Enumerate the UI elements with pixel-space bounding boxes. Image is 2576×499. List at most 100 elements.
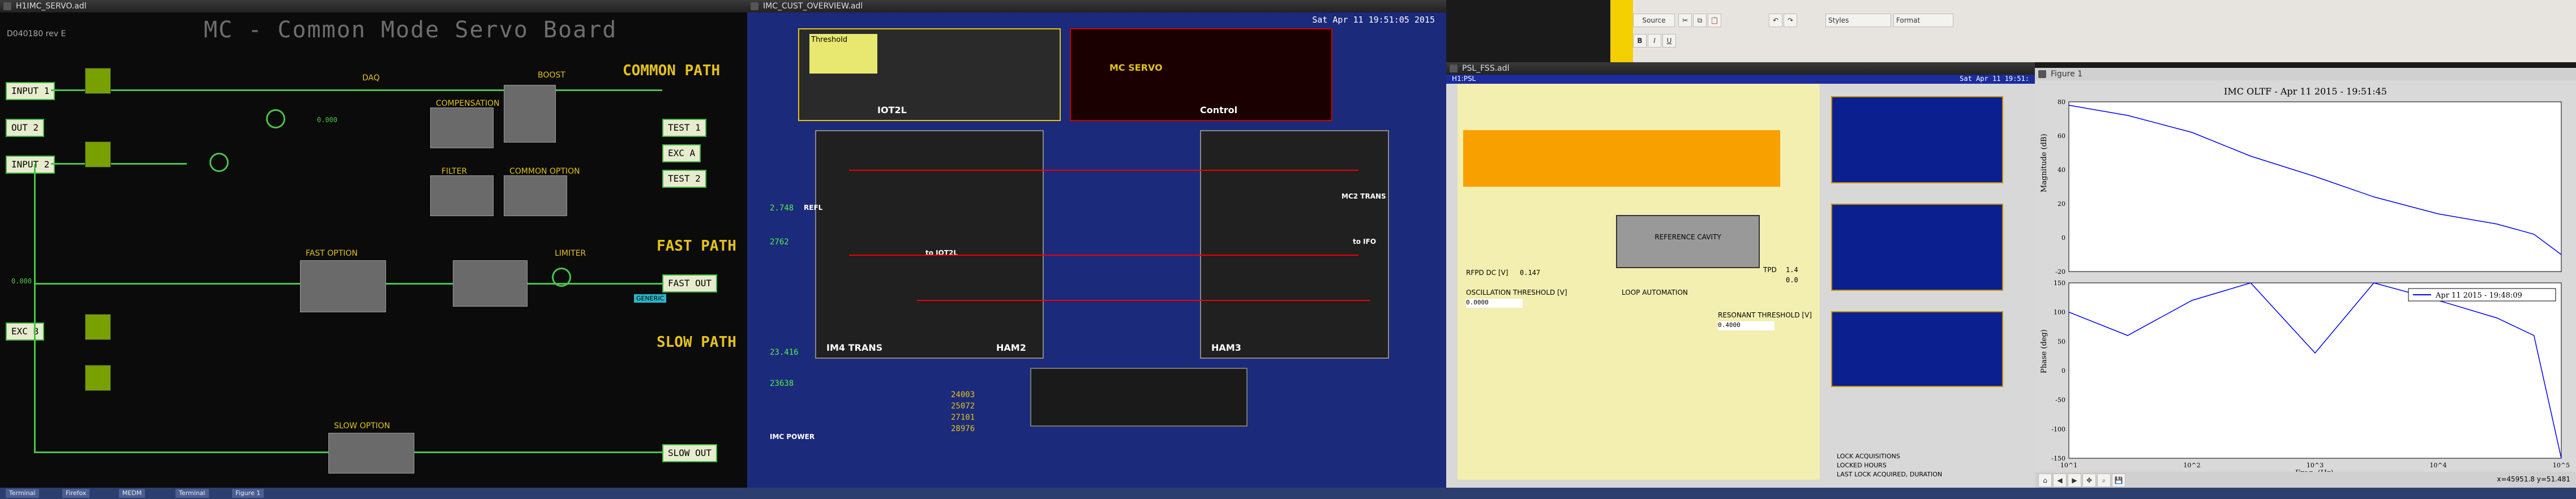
ytick-label-1-2: -50 <box>2055 397 2065 404</box>
pan-icon[interactable]: ✥ <box>2082 474 2096 487</box>
reference-cavity-label: REFERENCE CAVITY <box>1655 233 1721 241</box>
excb-gain-button[interactable] <box>85 314 111 340</box>
test1-port[interactable]: TEST 1 <box>662 119 706 137</box>
phase-ylabel: Phase (deg) <box>2040 329 2048 373</box>
fast-option-box[interactable] <box>300 260 386 312</box>
bold-icon[interactable]: B <box>1633 34 1647 48</box>
window-icon <box>1450 64 1458 72</box>
value-7: 27101 <box>951 413 975 422</box>
imc-power-label: IMC POWER <box>770 433 815 441</box>
revision-label: D040180 rev E <box>7 29 66 38</box>
slow-out-port[interactable]: SLOW OUT <box>662 444 718 462</box>
source-button[interactable]: Source <box>1633 14 1675 27</box>
threshold-box: Threshold <box>809 34 877 74</box>
limiter-box[interactable] <box>453 260 528 307</box>
slow-option-label: SLOW OPTION <box>334 421 391 431</box>
task-3[interactable]: MEDM <box>119 489 145 498</box>
slow-gain-button[interactable] <box>85 365 111 391</box>
task-2[interactable]: Firefox <box>62 489 90 498</box>
underline-icon[interactable]: U <box>1662 34 1676 48</box>
input2-gain-button[interactable] <box>85 141 111 167</box>
xtick-label-0: 10^1 <box>2060 462 2077 469</box>
eom-strip <box>1831 311 2003 387</box>
psl-window: PSL_FSS.adl H1:PSL Sat Apr 11 19:51: REF… <box>1446 62 2035 488</box>
compensation-label: COMPENSATION <box>436 99 500 108</box>
ham3-label: HAM3 <box>1211 342 1241 353</box>
input1-gain-button[interactable] <box>85 68 111 94</box>
save-icon[interactable]: 💾 <box>2112 474 2125 487</box>
exc-b-port[interactable]: EXC B <box>6 322 45 341</box>
test2-port[interactable]: TEST 2 <box>662 170 706 188</box>
ham2-chamber <box>815 130 1044 359</box>
boost-box[interactable] <box>504 85 556 143</box>
oltf-plot: -20020406080-150-100-5005010015010^1 10^2… <box>2040 98 2570 478</box>
servo-title: H1IMC_SERVO.adl <box>16 2 87 11</box>
plot-toolbar: ⌂ ◀ ▶ ✥ ⌕ 💾 x=45951.8 y=51.481 <box>2035 472 2576 488</box>
locked-hours-label: LOCKED HOURS <box>1837 462 1887 469</box>
ytick-label-1-6: 150 <box>2054 279 2065 287</box>
value-8: 28976 <box>951 424 975 433</box>
exc-a-port[interactable]: EXC A <box>662 144 701 162</box>
loop-automation-label: LOOP AUTOMATION <box>1622 289 1688 296</box>
paste-icon[interactable]: 📋 <box>1708 14 1721 27</box>
back-icon[interactable]: ◀ <box>2053 474 2067 487</box>
ytick-label-1-4: 50 <box>2058 338 2065 345</box>
filter-box[interactable] <box>430 175 494 216</box>
fast-out-port[interactable]: FAST OUT <box>662 274 718 292</box>
xtick-label-3: 10^4 <box>2429 462 2446 469</box>
beam-line-3 <box>917 300 1370 301</box>
format-dropdown[interactable]: Format <box>1893 14 1953 27</box>
osc-threshold-label: OSCILLATION THRESHOLD [V] <box>1466 289 1567 296</box>
ytick-label-0-0: -20 <box>2055 268 2065 276</box>
fast-option-label: FAST OPTION <box>306 249 358 258</box>
xtick-label-4: 10^5 <box>2553 462 2570 469</box>
last-lock-label: LAST LOCK ACQUIRED, DURATION <box>1837 471 1943 478</box>
laser-path-box <box>1463 130 1780 187</box>
value-5: 24003 <box>951 390 975 399</box>
slow-option-box[interactable] <box>328 433 414 474</box>
forward-icon[interactable]: ▶ <box>2068 474 2081 487</box>
task-1[interactable]: Terminal <box>6 489 39 498</box>
zoom-icon[interactable]: ⌕ <box>2097 474 2111 487</box>
home-icon[interactable]: ⌂ <box>2038 474 2052 487</box>
servo-titlebar[interactable]: H1IMC_SERVO.adl <box>0 0 747 12</box>
input2-port[interactable]: INPUT 2 <box>6 156 55 174</box>
mc-servo-label: MC SERVO <box>1109 62 1163 73</box>
filter-label: FILTER <box>442 167 468 176</box>
plot-window: Figure 1 IMC OLTF - Apr 11 2015 - 19:51:… <box>2035 68 2576 488</box>
compensation-box[interactable] <box>430 107 494 148</box>
rfpd-dc-label: RFPD DC [V] <box>1466 269 1508 277</box>
copy-icon[interactable]: ⧉ <box>1693 14 1707 27</box>
common-path-label: COMMON PATH <box>623 62 721 79</box>
taskbar: Terminal Firefox MEDM Terminal Figure 1 <box>0 488 2576 499</box>
redo-icon[interactable]: ↷ <box>1784 14 1797 27</box>
magnitude-ylabel: Magnitude (dB) <box>2040 134 2048 192</box>
ytick-label-1-5: 100 <box>2054 309 2065 316</box>
summing-node <box>266 109 285 128</box>
osc-threshold-field[interactable]: 0.0000 <box>1466 299 1523 308</box>
common-option-box[interactable] <box>504 175 567 216</box>
xtick-label-1: 10^2 <box>2183 462 2200 469</box>
fast-summing-node <box>552 268 571 287</box>
temperature-strip <box>1831 96 2003 183</box>
cut-icon[interactable]: ✂ <box>1678 14 1692 27</box>
psl-titlebar[interactable]: PSL_FSS.adl <box>1446 62 2035 75</box>
plot-titlebar[interactable]: Figure 1 <box>2035 68 2576 80</box>
task-4[interactable]: Terminal <box>175 489 209 498</box>
cursor-readout: x=45951.8 y=51.481 <box>2497 475 2570 483</box>
overview-titlebar[interactable]: IMC_CUST_OVERVIEW.adl <box>747 0 1446 12</box>
input1-port[interactable]: INPUT 1 <box>6 82 55 100</box>
generic-label: GENERIC <box>634 294 667 303</box>
styles-dropdown[interactable]: Styles <box>1825 14 1891 27</box>
xtick-label-2: 10^3 <box>2307 462 2324 469</box>
tpd-value-2: 0.0 <box>1786 276 1798 284</box>
fast-path-label: FAST PATH <box>657 238 736 255</box>
im4-trans-label: IM4 TRANS <box>826 342 883 353</box>
italic-icon[interactable]: I <box>1648 34 1661 48</box>
res-threshold-field[interactable]: 0.4000 <box>1718 321 1775 330</box>
undo-icon[interactable]: ↶ <box>1769 14 1782 27</box>
task-5[interactable]: Figure 1 <box>232 489 264 498</box>
magnitude-axes <box>2068 101 2562 272</box>
out2-port[interactable]: OUT 2 <box>6 119 45 137</box>
ham2-label: HAM2 <box>996 342 1026 353</box>
